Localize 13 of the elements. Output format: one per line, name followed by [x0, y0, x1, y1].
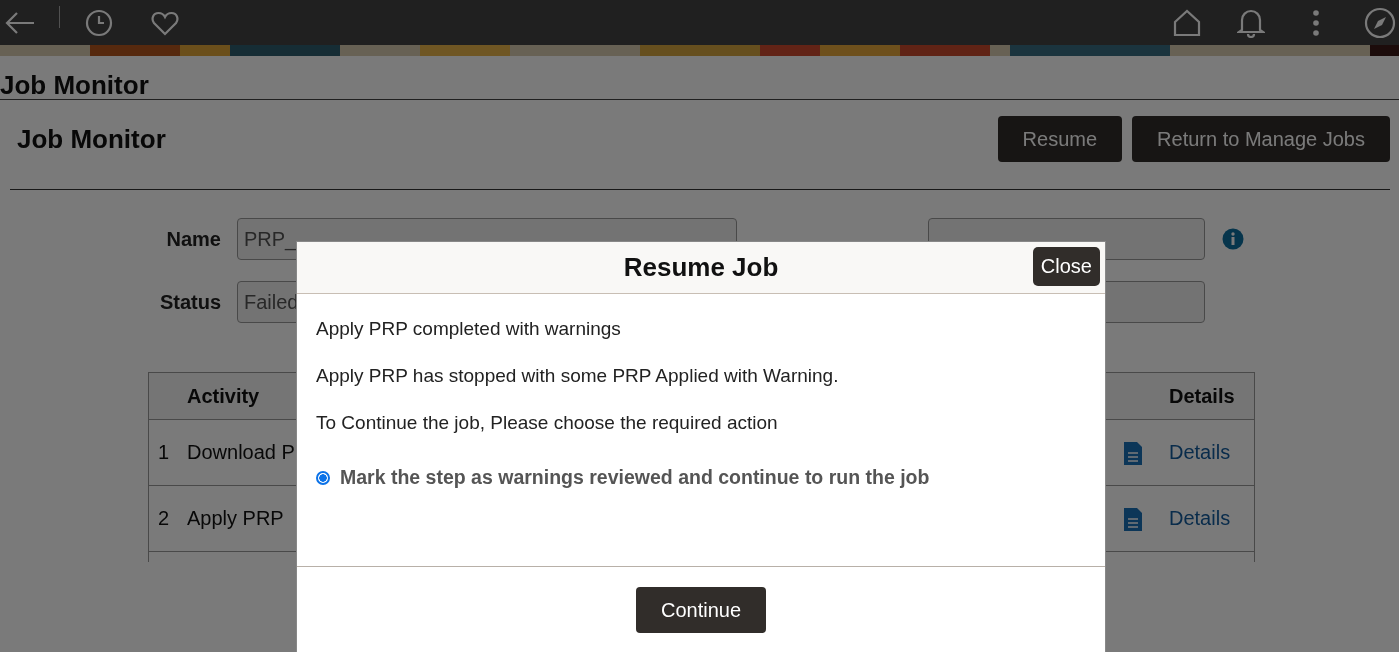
page-title: Job Monitor: [0, 69, 149, 100]
field-label: Status: [158, 290, 221, 314]
row-number: 1: [157, 441, 171, 464]
message-text: Apply PRP completed with warnings: [316, 318, 621, 340]
message-text: Apply PRP has stopped with some PRP Applied with Warning.: [316, 365, 839, 387]
field-label: Name: [165, 227, 221, 251]
column-header: Details: [1169, 384, 1236, 408]
section-title: Job Monitor: [17, 123, 166, 155]
column-header: Activity: [187, 384, 261, 408]
message-text: To Continue the job, Please choose the required action: [316, 412, 778, 434]
table-cell-text: Download P: [187, 441, 296, 464]
row-number: 2: [157, 507, 171, 530]
table-cell-text: Apply PRP: [187, 507, 285, 530]
